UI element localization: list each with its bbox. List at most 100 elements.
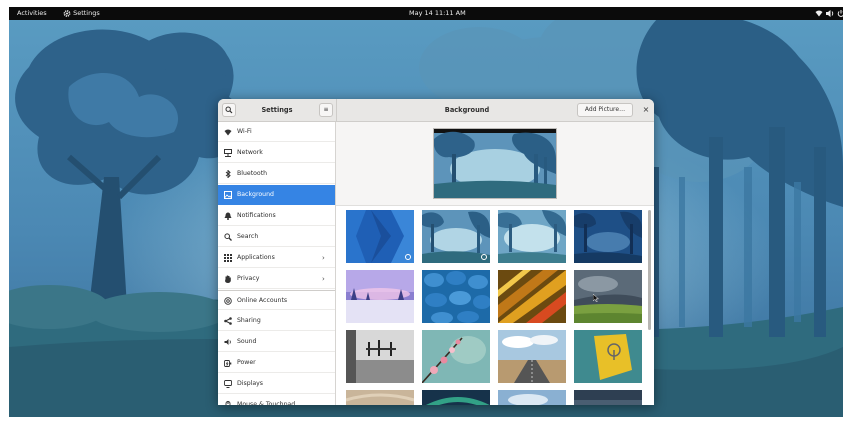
sidebar-item-label: Search	[237, 233, 259, 240]
sidebar-item-sound[interactable]: Sound	[218, 332, 335, 352]
sidebar-item-label: Notifications	[237, 212, 276, 219]
close-icon: ×	[642, 105, 650, 114]
sidebar-item-notifications[interactable]: Notifications	[218, 206, 335, 226]
search-icon	[224, 233, 232, 241]
apps-grid-icon	[224, 254, 232, 262]
top-bar: Activities Settings May 14 11:11 AM	[9, 7, 843, 20]
wallpaper-thumbnail[interactable]	[422, 330, 490, 383]
chevron-right-icon: ›	[322, 254, 325, 262]
activities-button[interactable]: Activities	[17, 7, 47, 20]
wallpaper-thumbnail[interactable]	[422, 270, 490, 323]
wallpaper-thumbnail[interactable]	[498, 390, 566, 405]
menu-icon: ≡	[323, 106, 329, 113]
wallpaper-image-golden-weave	[498, 270, 566, 323]
wifi-icon	[815, 10, 823, 17]
wifi-icon	[224, 129, 232, 136]
sidebar-item-label: Applications	[237, 254, 275, 261]
display-icon	[224, 380, 232, 388]
power-icon	[224, 360, 232, 367]
wallpaper-thumbnail[interactable]	[574, 270, 642, 323]
sidebar-item-label: Wi-Fi	[237, 128, 252, 135]
wallpaper-image-purple-snow	[346, 270, 414, 323]
grid-scrollbar[interactable]	[648, 210, 651, 330]
sidebar-item-label: Privacy	[237, 275, 260, 282]
wallpaper-image-dark-sea	[574, 390, 642, 405]
wallpaper-image-cherry-blossom	[422, 330, 490, 383]
wallpaper-image-sky	[498, 390, 566, 405]
wallpaper-image-blue-tiles	[422, 270, 490, 323]
wallpaper-image-forest-night	[574, 210, 642, 263]
mouse-icon	[225, 401, 231, 405]
sidebar-item-label: Mouse & Touchpad	[237, 401, 296, 405]
settings-sidebar: Wi-Fi Network Bluetooth Background Notificat…	[218, 122, 336, 405]
sidebar-item-online-accounts[interactable]: Online Accounts	[218, 290, 335, 310]
wallpaper-thumbnail[interactable]	[422, 390, 490, 405]
wallpaper-image-storm-field	[574, 270, 642, 323]
search-button[interactable]	[222, 103, 236, 117]
sidebar-item-search[interactable]: Search	[218, 227, 335, 247]
content-header: Background Add Picture… ×	[336, 99, 654, 122]
wallpaper-grid	[336, 205, 654, 405]
sidebar-item-network[interactable]: Network	[218, 143, 335, 163]
sidebar-item-sharing[interactable]: Sharing	[218, 311, 335, 331]
sidebar-item-power[interactable]: Power	[218, 353, 335, 373]
app-menu[interactable]: Settings	[63, 7, 100, 20]
sidebar-item-label: Sound	[237, 338, 257, 345]
sidebar-item-label: Power	[237, 359, 256, 366]
bluetooth-icon	[225, 170, 231, 178]
wallpaper-thumbnail[interactable]	[498, 270, 566, 323]
clock[interactable]: May 14 11:11 AM	[409, 7, 466, 20]
sidebar-item-mouse-touchpad[interactable]: Mouse & Touchpad	[218, 395, 335, 405]
wallpaper-thumbnail[interactable]	[346, 270, 414, 323]
sidebar-title: Settings	[261, 106, 293, 114]
wallpaper-thumbnail[interactable]	[498, 330, 566, 383]
power-icon	[837, 10, 843, 17]
sidebar-item-label: Online Accounts	[237, 297, 288, 304]
chevron-right-icon: ›	[322, 275, 325, 283]
wallpaper-thumbnail[interactable]	[574, 390, 642, 405]
sidebar-item-applications[interactable]: Applications ›	[218, 248, 335, 268]
sidebar-item-displays[interactable]: Displays	[218, 374, 335, 394]
online-accounts-icon	[224, 297, 232, 305]
sidebar-item-wi-fi[interactable]: Wi-Fi	[218, 122, 335, 142]
sidebar-item-background[interactable]: Background	[218, 185, 335, 205]
sidebar-item-label: Displays	[237, 380, 264, 387]
wallpaper-image-forest-day-2	[498, 210, 566, 263]
gear-icon	[63, 10, 71, 17]
sidebar-item-bluetooth[interactable]: Bluetooth	[218, 164, 335, 184]
wallpaper-thumbnail[interactable]	[422, 210, 490, 263]
wallpaper-thumbnail[interactable]	[574, 330, 642, 383]
wallpaper-thumbnail[interactable]	[498, 210, 566, 263]
wallpaper-thumbnail[interactable]	[346, 330, 414, 383]
preview-image	[434, 129, 556, 198]
desktop: Activities Settings May 14 11:11 AM Sett…	[9, 7, 843, 417]
sidebar-item-label: Sharing	[237, 317, 261, 324]
wallpaper-thumbnail[interactable]	[346, 390, 414, 405]
volume-icon	[826, 10, 834, 17]
search-icon	[225, 106, 233, 114]
wallpaper-image-monochrome-room	[346, 330, 414, 383]
app-menu-label: Settings	[73, 9, 100, 17]
wallpaper-thumbnail[interactable]	[346, 210, 414, 263]
wallpaper-image-forest-day	[422, 210, 490, 263]
network-icon	[224, 149, 232, 157]
selected-indicator-icon	[405, 254, 411, 260]
sidebar-item-label: Bluetooth	[237, 170, 268, 177]
sidebar-item-label: Background	[237, 191, 274, 198]
wallpaper-image-aurora	[422, 390, 490, 405]
sidebar-item-label: Network	[237, 149, 263, 156]
selected-indicator-icon	[481, 254, 487, 260]
wallpaper-thumbnail[interactable]	[574, 210, 642, 263]
background-panel	[336, 122, 654, 405]
add-picture-button[interactable]: Add Picture…	[577, 103, 633, 117]
hand-icon	[225, 275, 231, 283]
speaker-icon	[224, 339, 231, 345]
hamburger-menu-button[interactable]: ≡	[319, 103, 333, 117]
page-title: Background	[444, 106, 490, 114]
wallpaper-image-sand	[346, 390, 414, 405]
share-icon	[224, 317, 232, 325]
close-window-button[interactable]: ×	[639, 103, 653, 117]
wallpaper-image-geometric-blue	[346, 210, 414, 263]
sidebar-item-privacy[interactable]: Privacy ›	[218, 269, 335, 289]
system-tray[interactable]	[815, 7, 843, 20]
